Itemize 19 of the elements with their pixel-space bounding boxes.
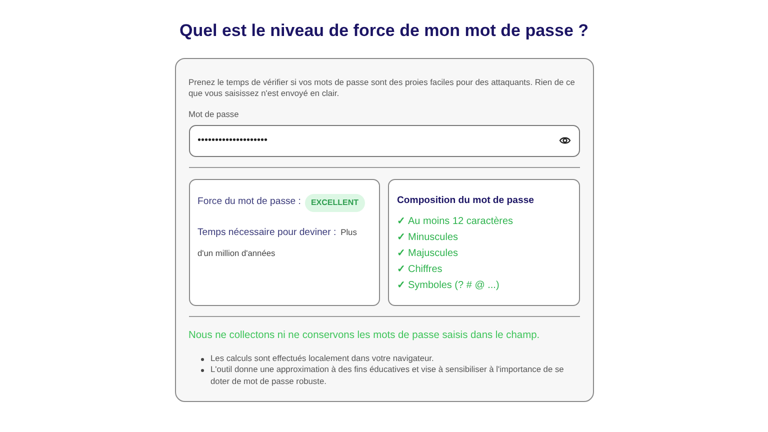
requirement-item: ✓ Au moins 12 caractères <box>397 215 514 230</box>
privacy-note: Nous ne collectons ni ne conservons les mots de passe saisis dans le champ. <box>188 328 541 343</box>
note-text: Les calculs sont effectués localement dans votre navigateur. <box>210 352 434 364</box>
requirement-item: ✓ Chiffres <box>397 263 444 278</box>
show-password-icon[interactable] <box>558 136 570 145</box>
requirement-item: ✓ Minuscules <box>397 231 460 246</box>
crack-time-text: Temps nécessaire pour deviner : Plus d'un million d'années <box>198 226 358 260</box>
field-label: Mot de passe <box>188 108 240 121</box>
page-title: Quel est le niveau de force de mon mot de passe ? <box>178 20 590 42</box>
intro-text: Prenez le temps de vérifier si vos mots de passe sont des proies faciles pour des attaquants. Rien de ce que vous saisissez n'est envoyé en clair. <box>188 76 576 100</box>
requirement-item: ✓ Symboles (? # @ ...) <box>397 279 500 294</box>
strength-badge: EXCELLENT <box>304 194 365 212</box>
bullet-icon <box>200 358 204 361</box>
composition-title: Composition du mot de passe <box>397 194 535 208</box>
password-field[interactable]: •••••••••••••••••••• <box>188 124 580 157</box>
strength-label: Force du mot de passe : <box>198 195 301 210</box>
requirement-item: ✓ Majuscules <box>397 247 460 262</box>
bullet-icon <box>200 369 204 372</box>
note-text: L'outil donne une approximation à des fins éducatives et vise à sensibiliser à l'importance de se doter de mot de passe robuste. <box>210 364 565 387</box>
